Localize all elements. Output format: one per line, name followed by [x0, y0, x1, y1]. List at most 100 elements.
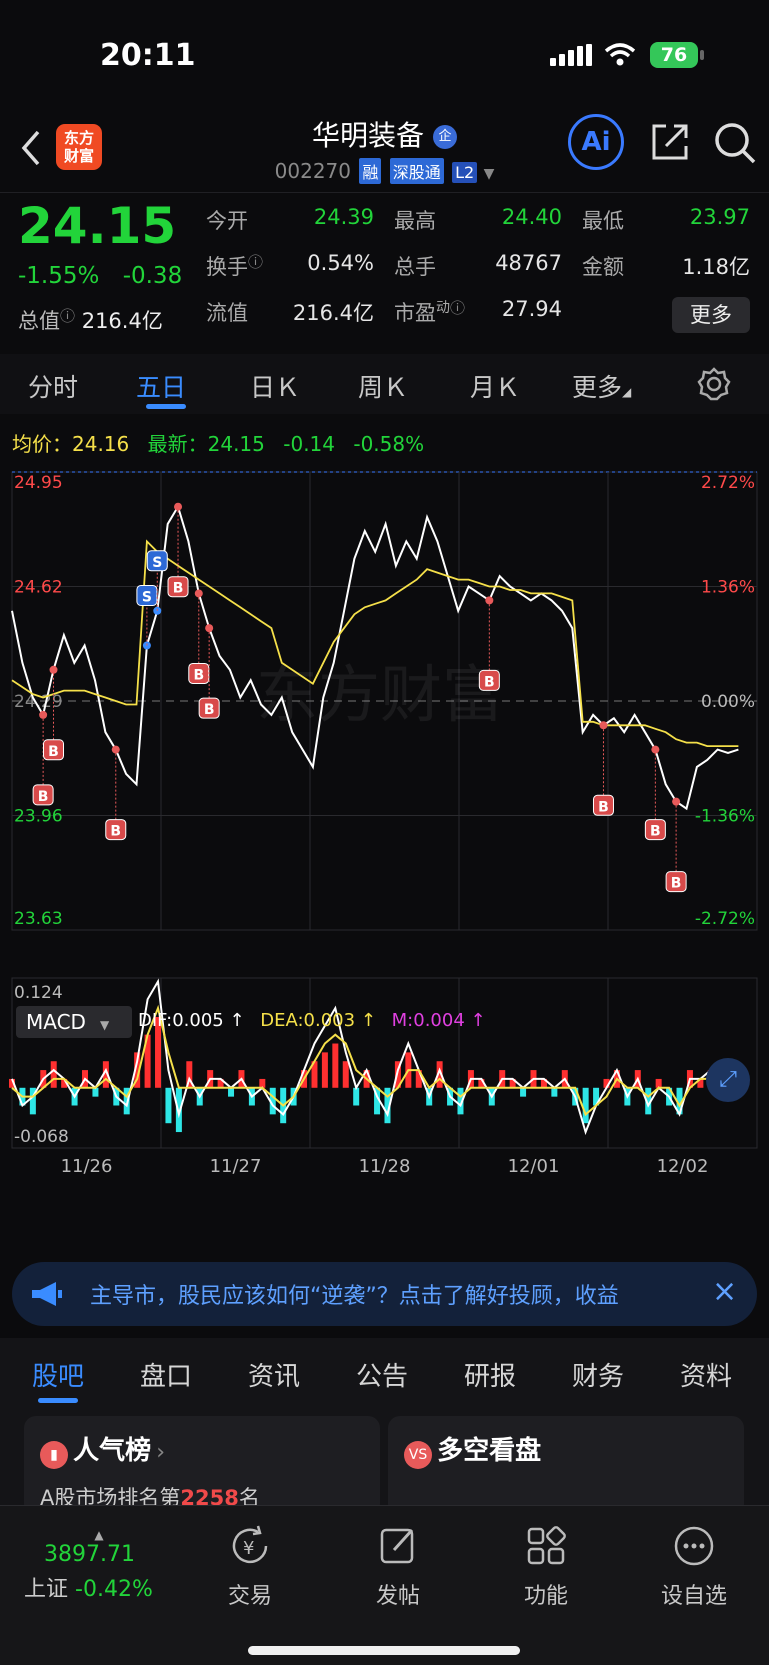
macd-min-label: -0.068: [14, 1127, 69, 1147]
stock-header: 东方财富 华明装备 企 002270 融 深股通 L2 ▼ Ai: [0, 110, 769, 192]
high-label: 最高: [394, 209, 436, 233]
trade-marker-label: S: [152, 555, 162, 571]
five-day-chart[interactable]: 东方财富 24.95 24.62 24.29 23.96 23.63 2.72% 1.36% 0…: [0, 466, 769, 1236]
macd-bar: [228, 1087, 235, 1097]
signal-icon: [550, 44, 592, 66]
pct-axis-label: -2.72%: [695, 909, 755, 929]
trade-marker-label: B: [38, 789, 49, 805]
content-tabs: 股吧 盘口 资讯 公告 研报 财务 资料: [0, 1338, 769, 1410]
total-value-label: 总值: [18, 309, 60, 333]
cards-row: ▮ 人气榜 › A股市场排名第2258名 VS 多空看盘: [0, 1410, 769, 1516]
trade-marker-dot: [599, 721, 608, 730]
index-ticker[interactable]: ▲ 3897.71 上证 -0.42%: [24, 1528, 174, 1603]
trade-marker-label: B: [110, 824, 121, 840]
open-value: 24.39: [313, 205, 374, 229]
battery-indicator: 76: [650, 42, 704, 68]
float-value: 216.4亿: [292, 301, 374, 325]
price-axis-label: 24.62: [14, 578, 63, 598]
nav-add-watchlist[interactable]: 设自选: [634, 1524, 754, 1610]
tab-daily-k[interactable]: 日Ｋ: [250, 368, 300, 404]
chart-svg: 东方财富24.9524.6224.2923.9623.632.72%1.36%0…: [9, 471, 758, 1177]
macd-bar: [50, 1061, 57, 1088]
long-short-card-title: VS 多空看盘: [404, 1430, 541, 1469]
macd-selector[interactable]: MACD ▼: [16, 1006, 132, 1038]
tab-more[interactable]: 更多◢: [572, 368, 631, 404]
tab-research[interactable]: 研报: [464, 1356, 516, 1393]
trade-marker-label: B: [173, 581, 184, 597]
info-icon[interactable]: ⓘ: [60, 307, 75, 325]
open-label: 今开: [206, 209, 248, 233]
low-label: 最低: [582, 209, 624, 233]
nav-add-watchlist-label: 设自选: [660, 1584, 727, 1609]
popularity-card[interactable]: ▮ 人气榜 › A股市场排名第2258名: [24, 1416, 380, 1516]
quote-panel: 24.15 -1.55% -0.38 总值ⓘ 216.4亿 今开 24.39 最…: [0, 192, 769, 350]
megaphone-icon: [32, 1282, 62, 1306]
tab-weekly-k[interactable]: 周Ｋ: [358, 368, 408, 404]
trade-marker-label: B: [484, 674, 495, 690]
avg-label: 均价：: [12, 432, 72, 456]
trade-marker-dot: [49, 665, 58, 674]
connect-tag: 深股通: [389, 158, 444, 184]
settings-gear-icon[interactable]: [696, 366, 732, 402]
dropdown-caret-icon[interactable]: ▼: [484, 166, 495, 182]
tab-pankou[interactable]: 盘口: [140, 1356, 192, 1393]
long-short-card[interactable]: VS 多空看盘: [388, 1416, 744, 1516]
popularity-card-title: ▮ 人气榜 ›: [40, 1430, 165, 1469]
tab-finance[interactable]: 财务: [572, 1356, 624, 1393]
nav-trade-label: 交易: [227, 1584, 272, 1609]
nav-functions-label: 功能: [523, 1584, 568, 1609]
ai-button[interactable]: Ai: [568, 114, 624, 170]
banner-text[interactable]: 主导市，股民应该如何“逆袭”？点击了解好投顾，收益: [90, 1278, 710, 1310]
price-axis-label: 23.63: [14, 909, 63, 929]
m-label: M:0.004 ↑: [391, 1010, 486, 1031]
trade-marker-label: S: [142, 589, 152, 605]
bottom-nav: ▲ 3897.71 上证 -0.42% ¥ 交易 发帖 功能 设自选: [0, 1505, 769, 1665]
more-dots-icon: [674, 1526, 714, 1566]
pct-axis-label: 1.36%: [701, 578, 755, 598]
latest-change: -0.14: [283, 432, 335, 456]
macd-bar: [551, 1087, 558, 1097]
watermark: 东方财富: [256, 658, 504, 731]
stock-code: 002270: [274, 159, 351, 183]
nav-post[interactable]: 发帖: [338, 1524, 458, 1610]
stock-title: 华明装备: [312, 119, 425, 152]
macd-bar: [259, 1078, 266, 1088]
price-axis-label: 23.96: [14, 807, 63, 827]
total-value: 总值ⓘ 216.4亿: [18, 305, 163, 335]
nav-trade[interactable]: ¥ 交易: [190, 1524, 310, 1610]
share-icon[interactable]: [648, 120, 692, 164]
tab-intraday[interactable]: 分时: [28, 368, 78, 404]
index-value: 3897.71: [44, 1542, 135, 1567]
change-percent: -1.55%: [18, 263, 100, 289]
status-bar: 20:11 76: [0, 0, 769, 110]
trade-marker-dot: [205, 624, 214, 633]
x-axis-label: 11/27: [210, 1156, 262, 1177]
tab-announcements[interactable]: 公告: [356, 1356, 408, 1393]
tab-guba[interactable]: 股吧: [32, 1356, 84, 1393]
avg-value: 24.16: [72, 432, 130, 456]
tab-news[interactable]: 资讯: [248, 1356, 300, 1393]
promo-banner[interactable]: 主导市，股民应该如何“逆袭”？点击了解好投顾，收益 ×: [12, 1262, 757, 1326]
macd-max-label: 0.124: [14, 983, 63, 1003]
pe-label: 市盈动ⓘ: [394, 299, 466, 325]
macd-legend: DIF:0.005 ↑ DEA:0.003 ↑ M:0.004 ↑: [138, 1010, 486, 1031]
x-axis-label: 12/01: [508, 1156, 560, 1177]
search-icon[interactable]: [712, 120, 758, 166]
trade-marker-label: B: [48, 744, 59, 760]
macd-bar: [321, 1052, 328, 1088]
more-button[interactable]: 更多: [672, 297, 750, 333]
tab-profile[interactable]: 资料: [680, 1356, 732, 1393]
macd-bar: [342, 1061, 349, 1088]
trade-marker-label: B: [650, 824, 661, 840]
trade-marker-label: B: [193, 667, 204, 683]
tab-monthly-k[interactable]: 月Ｋ: [470, 368, 520, 404]
close-banner-icon[interactable]: ×: [712, 1274, 737, 1309]
dif-label: DIF:0.005 ↑: [138, 1010, 245, 1031]
price-change: -1.55% -0.38: [18, 263, 182, 289]
x-axis-label: 12/02: [657, 1156, 709, 1177]
expand-icon[interactable]: ⤢: [706, 1058, 750, 1102]
change-amount: -0.38: [122, 263, 183, 289]
nav-functions[interactable]: 功能: [486, 1524, 606, 1610]
volume-value: 48767: [495, 251, 562, 275]
tab-five-day[interactable]: 五日: [136, 368, 186, 404]
